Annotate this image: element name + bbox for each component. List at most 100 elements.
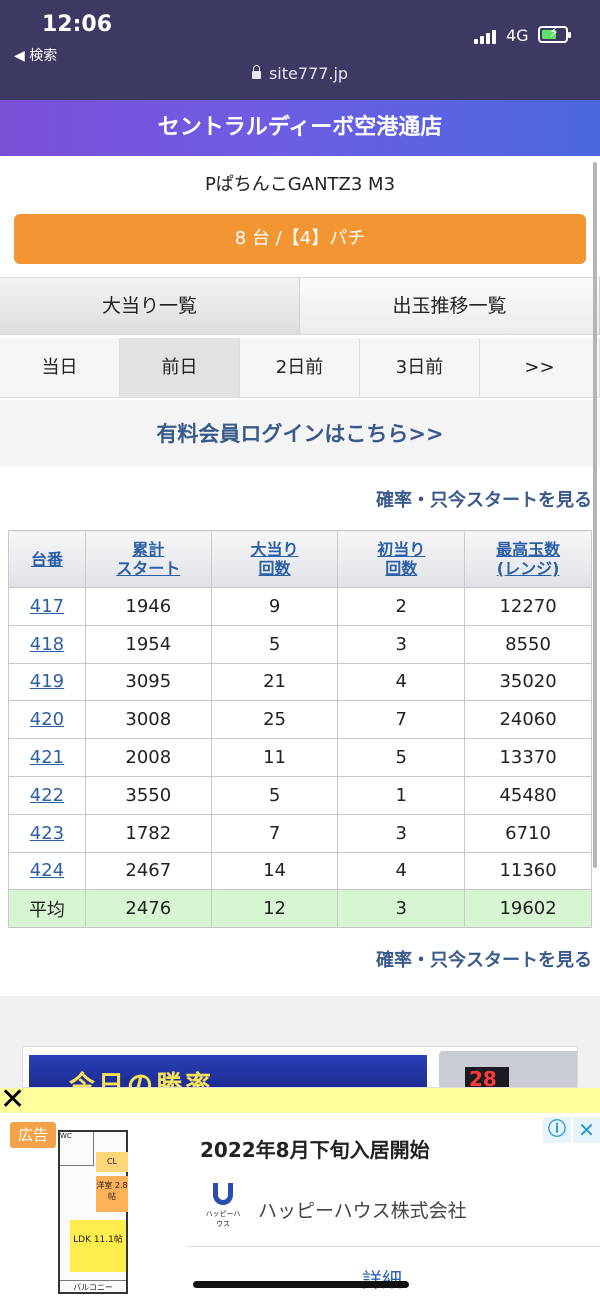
day-2-days-ago[interactable]: 2日前 <box>240 338 360 397</box>
day-3-days-ago[interactable]: 3日前 <box>360 338 480 397</box>
url-bar[interactable]: site777.jp <box>0 64 600 83</box>
view-tabs: 大当り一覧 出玉推移一覧 <box>0 277 600 335</box>
machine-number-link[interactable]: 423 <box>8 813 86 853</box>
cell: 12 <box>210 889 339 929</box>
logo-text: ハッピーハウス <box>205 1210 241 1228</box>
promo-banner[interactable]: 今日の勝率 28 <box>22 1046 578 1088</box>
machine-number-link[interactable]: 419 <box>8 662 86 702</box>
cell: 3550 <box>84 775 212 815</box>
banner-image: 今日の勝率 <box>29 1055 427 1088</box>
header-label: 台番 <box>30 549 63 569</box>
cell: 5 <box>210 624 339 664</box>
machine-number-link[interactable]: 422 <box>8 775 86 815</box>
table-row: 418 1954 5 3 8550 <box>8 624 592 664</box>
banner-text: 今日の勝率 <box>69 1071 215 1088</box>
machine-data-table: 台番 累計 スタート 大当り 回数 初当り 回数 最高玉数 (レンジ) 417 1946 9… <box>8 530 592 929</box>
plan-ldk: LDK 11.1帖 <box>70 1220 126 1272</box>
machine-number-link[interactable]: 417 <box>8 587 86 626</box>
ad-info-icon[interactable]: ⓘ <box>543 1117 571 1143</box>
header-first-hit-count[interactable]: 初当り 回数 <box>337 530 466 588</box>
member-login-link[interactable]: 有料会員ログインはこちら>> <box>0 418 600 448</box>
cell: 2008 <box>84 738 212 777</box>
average-row: 平均 2476 12 3 19602 <box>8 889 592 929</box>
header-jackpot-count[interactable]: 大当り 回数 <box>210 530 339 588</box>
table-row: 417 1946 9 2 12270 <box>8 587 592 626</box>
cell: 12270 <box>464 587 592 626</box>
ad-close-bar <box>0 1088 600 1113</box>
back-to-search-link[interactable]: ◀ 検索 <box>14 45 57 65</box>
signal-icon <box>474 28 500 44</box>
cell: 2476 <box>84 889 212 929</box>
cell: 8550 <box>464 624 592 664</box>
header-label: スタート <box>116 559 181 578</box>
plan-closet: CL <box>96 1152 128 1172</box>
plan-wc: WC <box>60 1132 94 1166</box>
cell: 1782 <box>84 813 212 853</box>
cell: 7 <box>337 700 466 740</box>
header-label: 大当り <box>250 540 299 559</box>
cell: 45480 <box>464 775 592 815</box>
machine-count-button[interactable]: 8 台 /【4】パチ <box>14 214 586 264</box>
machine-title: PぱちんこGANTZ3 M3 <box>204 174 396 195</box>
cell: 4 <box>337 851 466 891</box>
header-label: (レンジ) <box>496 559 560 578</box>
tab-jackpot-list[interactable]: 大当り一覧 <box>0 278 300 334</box>
probability-link-top[interactable]: 確率・只今スタートを見る <box>376 486 592 512</box>
average-label: 平均 <box>8 889 86 929</box>
cell: 11360 <box>464 851 592 891</box>
cell: 4 <box>337 662 466 702</box>
machine-number-link[interactable]: 424 <box>8 851 86 891</box>
ad-company-name: ハッピーハウス株式会社 <box>258 1200 467 1222</box>
cell: 14 <box>210 851 339 891</box>
battery-icon: ⚡ <box>538 25 571 43</box>
cell: 3095 <box>84 662 212 702</box>
cell: 7 <box>210 813 339 853</box>
machine-number-link[interactable]: 418 <box>8 624 86 664</box>
ad-banner[interactable]: ✕ 広告 ⓘ ✕ WC CL 洋室 2.8帖 LDK 11.1帖 バルコニー 2… <box>0 1082 600 1299</box>
header-total-start[interactable]: 累計 スタート <box>84 530 212 588</box>
probability-link-bottom[interactable]: 確率・只今スタートを見る <box>376 946 592 972</box>
cell: 21 <box>210 662 339 702</box>
cell: 3 <box>337 624 466 664</box>
device-number: 28 <box>469 1067 497 1088</box>
cell: 3 <box>337 813 466 853</box>
ad-close-icon[interactable]: ✕ <box>573 1117 600 1143</box>
header-label: 累計 <box>132 540 165 559</box>
tab-payout-trend[interactable]: 出玉推移一覧 <box>300 278 600 334</box>
home-indicator[interactable] <box>193 1281 409 1288</box>
plan-balcony: バルコニー <box>60 1280 126 1294</box>
day-more[interactable]: >> <box>480 338 600 397</box>
ad-label-badge: 広告 <box>10 1122 56 1148</box>
header-label: 初当り <box>377 540 426 559</box>
floor-plan-image: WC CL 洋室 2.8帖 LDK 11.1帖 バルコニー <box>58 1130 128 1294</box>
lock-icon <box>251 65 261 79</box>
ad-divider <box>186 1246 600 1247</box>
day-today[interactable]: 当日 <box>0 338 120 397</box>
company-logo-icon: ハッピーハウス <box>205 1183 241 1228</box>
cell: 5 <box>337 738 466 777</box>
ad-close-x-icon[interactable]: ✕ <box>0 1082 25 1117</box>
day-yesterday[interactable]: 前日 <box>120 338 240 397</box>
header-machine-number[interactable]: 台番 <box>8 530 86 588</box>
ad-detail-button[interactable]: 詳細 <box>362 1264 402 1293</box>
cell: 2467 <box>84 851 212 891</box>
cell: 1946 <box>84 587 212 626</box>
cell: 19602 <box>464 889 592 929</box>
plan-room: 洋室 2.8帖 <box>96 1176 128 1212</box>
header-label: 回数 <box>258 559 291 578</box>
table-row: 420 3008 25 7 24060 <box>8 700 592 740</box>
machine-number-link[interactable]: 421 <box>8 738 86 777</box>
ad-headline: 2022年8月下旬入居開始 <box>200 1138 430 1162</box>
cell: 13370 <box>464 738 592 777</box>
cell: 9 <box>210 587 339 626</box>
network-label: 4G <box>506 26 529 45</box>
header-label: 回数 <box>385 559 418 578</box>
cell: 3008 <box>84 700 212 740</box>
table-row: 419 3095 21 4 35020 <box>8 662 592 702</box>
header-max-balls[interactable]: 最高玉数 (レンジ) <box>464 530 592 588</box>
machine-number-link[interactable]: 420 <box>8 700 86 740</box>
page-scrollbar[interactable] <box>593 162 597 868</box>
cell: 11 <box>210 738 339 777</box>
table-row: 422 3550 5 1 45480 <box>8 775 592 815</box>
cell: 5 <box>210 775 339 815</box>
